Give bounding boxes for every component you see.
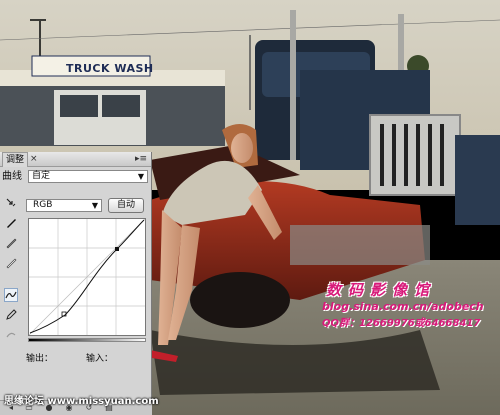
chevron-down-icon: ▼ (91, 201, 98, 210)
eyedropper-gray-icon[interactable] (4, 236, 18, 250)
adjustments-panel: 调整 × ▸≡ 曲线 自定 ▼ RGB ▼ 自动 输出： 输入： ◂ ▭ ● ◉… (0, 152, 152, 415)
watermark-blog-url: blog.sina.com.cn/adobech (322, 300, 484, 313)
smooth-icon[interactable] (4, 328, 18, 342)
output-label: 输出： (26, 354, 54, 364)
eyedropper-black-icon[interactable] (4, 216, 18, 230)
auto-button[interactable]: 自动 (108, 198, 144, 213)
curve-graph[interactable] (28, 218, 146, 336)
forum-watermark: 思缘论坛 www.missyuan.com (4, 396, 159, 407)
channel-value: RGB (33, 200, 53, 210)
watermark-qq-group: QQ群：12669976或64668417 (322, 318, 481, 329)
preset-value: 自定 (32, 171, 51, 181)
curve-point-icon[interactable] (4, 288, 18, 302)
input-label: 输入： (86, 354, 114, 364)
truck-wash-sign: TRUCK WASH (66, 62, 154, 75)
panel-tab-bar: 调整 × ▸≡ (0, 152, 151, 167)
target-adjust-icon[interactable] (4, 196, 18, 210)
preset-dropdown[interactable]: 自定 ▼ (28, 170, 148, 183)
tab-adjustments[interactable]: 调整 (2, 152, 29, 167)
curve-graph-svg (28, 218, 146, 336)
curve-preset-row: 曲线 自定 ▼ (2, 170, 148, 184)
panel-menu-icon[interactable]: ▸≡ (135, 152, 147, 166)
close-icon[interactable]: × (30, 152, 38, 166)
eyedropper-white-icon[interactable] (4, 256, 18, 270)
pencil-draw-icon[interactable] (4, 308, 18, 322)
watermark-title: 数码影像馆 (326, 281, 437, 299)
curve-control-point[interactable] (115, 247, 119, 251)
input-gradient-bar (28, 338, 146, 342)
curve-tools (4, 196, 20, 348)
chevron-down-icon: ▼ (137, 172, 144, 181)
curve-label: 曲线 (2, 171, 22, 182)
channel-dropdown[interactable]: RGB ▼ (26, 199, 102, 212)
